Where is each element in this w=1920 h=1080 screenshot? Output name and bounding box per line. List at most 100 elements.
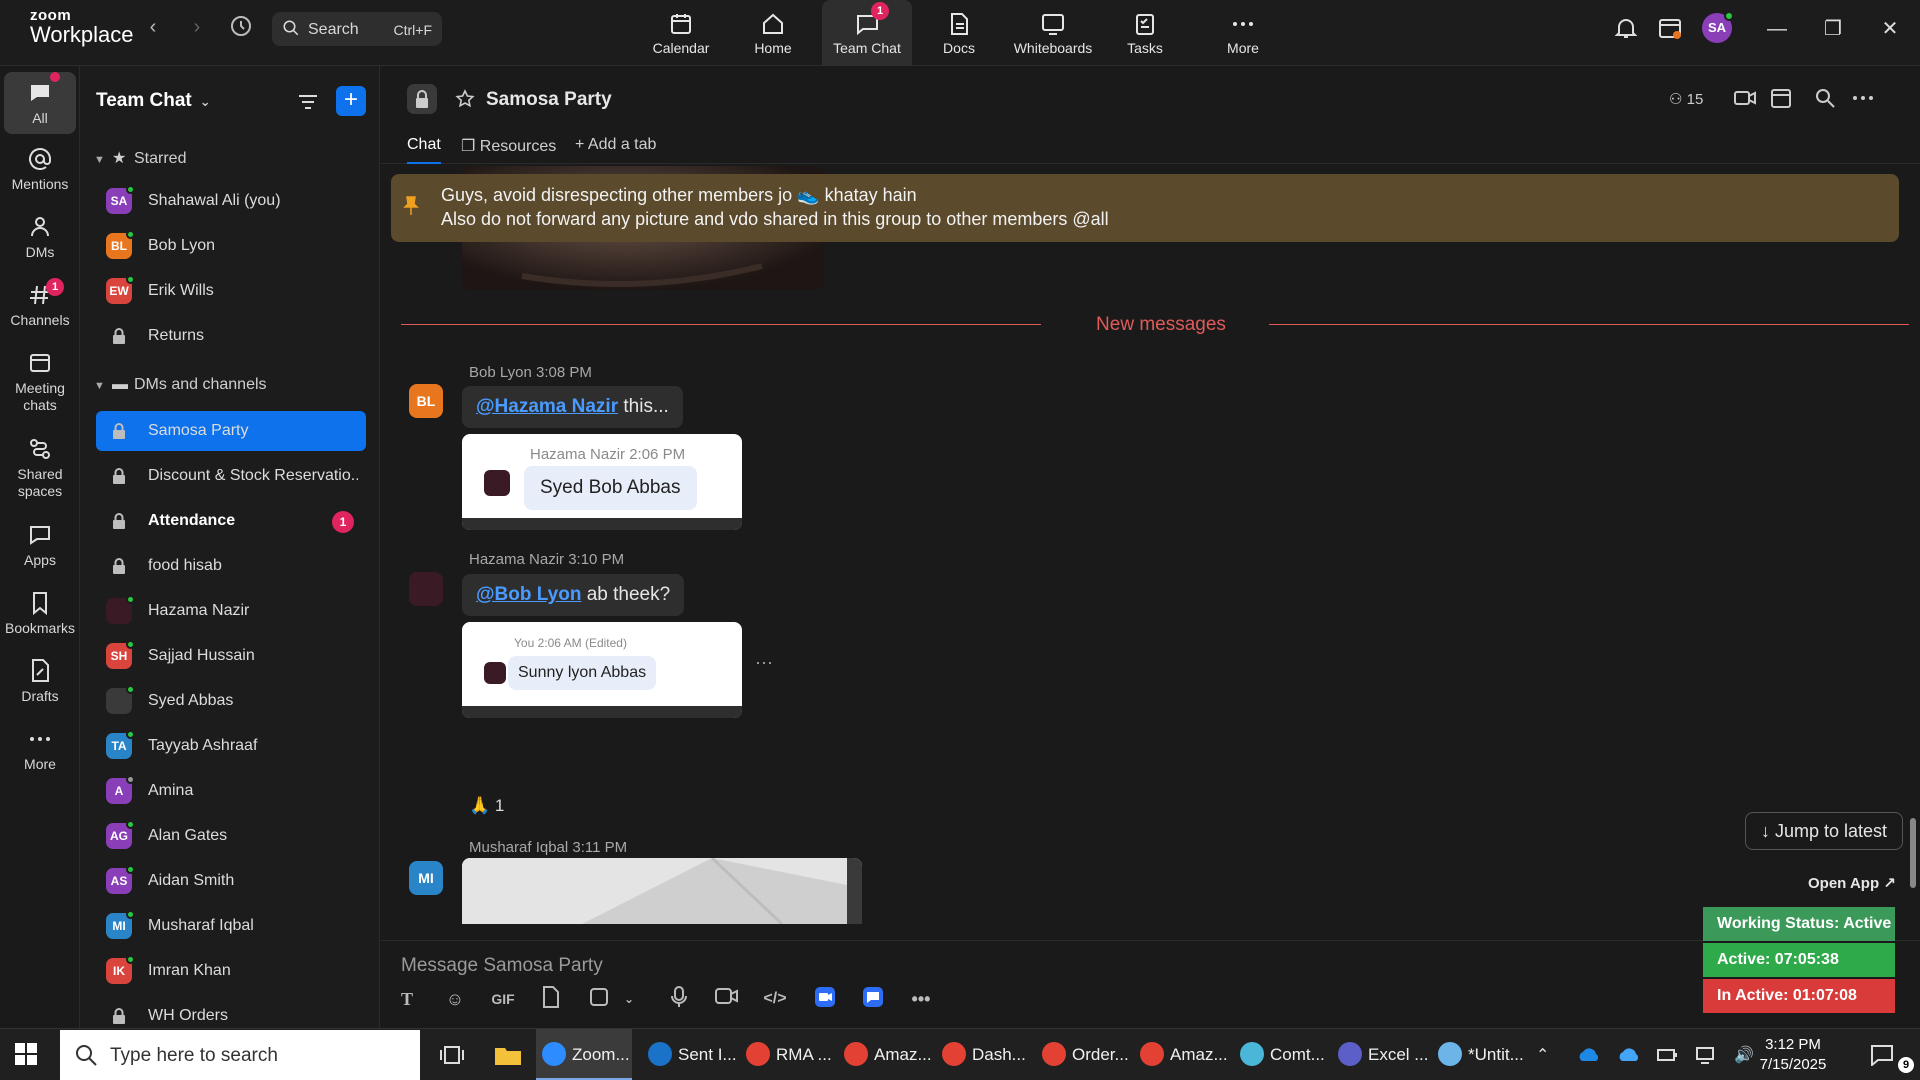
calendar-status-icon[interactable] [1656,14,1684,42]
message-input[interactable] [401,951,1401,981]
sidebar-item[interactable]: Syed Abbas [96,681,366,721]
avatar[interactable]: SA [1702,11,1734,43]
message-bubble[interactable]: @Hazama Nazir this... [462,386,683,428]
taskbar-app[interactable]: Zoom... [536,1029,632,1080]
onedrive-icon[interactable] [1616,1045,1642,1065]
taskbar-app[interactable]: Amaz... [838,1029,934,1080]
rail-item-channels[interactable]: 1 Channels [4,278,76,329]
rail-item-mentions[interactable]: Mentions [4,146,76,193]
more-options-icon[interactable]: ••• [908,986,934,1012]
new-chat-button[interactable]: + [336,86,366,116]
sidebar-item[interactable]: Samosa Party [96,411,366,451]
sidebar-title[interactable]: Team Chat ⌄ [96,90,211,112]
file-explorer-icon[interactable] [494,1044,522,1066]
zoom-chat-app-icon[interactable] [860,986,886,1012]
dms-section-header[interactable]: ▼ ▬ DMs and channels [94,376,267,400]
taskbar-search[interactable]: Type here to search [60,1030,420,1080]
tab-team-chat[interactable]: 1 Team Chat [822,0,912,66]
video-icon[interactable] [1733,86,1757,110]
chevron-down-icon[interactable]: ⌄ [616,986,642,1012]
tab-chat[interactable]: Chat [407,136,441,164]
bell-icon[interactable] [1612,14,1640,42]
rail-item-apps[interactable]: Apps [4,522,76,569]
tab-whiteboards[interactable]: Whiteboards [1010,0,1096,66]
text-format-icon[interactable]: T [394,986,420,1012]
channel-name[interactable]: Samosa Party [486,89,612,111]
rail-item-shared-spaces[interactable]: Shared spaces [4,436,76,500]
taskbar-app[interactable]: RMA ... [740,1029,836,1080]
sidebar-item[interactable]: BL Bob Lyon [96,226,366,266]
battery-icon[interactable] [1656,1045,1678,1065]
message-avatar[interactable] [409,572,443,606]
quoted-reply[interactable]: Hazama Nazir 2:06 PM Syed Bob Abbas [462,434,742,530]
taskbar-app[interactable]: Amaz... [1134,1029,1230,1080]
tab-calendar[interactable]: Calendar [648,0,714,66]
screenshot-icon[interactable] [586,986,612,1012]
sidebar-item[interactable]: Returns [96,316,366,356]
rail-item-dms[interactable]: DMs [4,214,76,261]
microphone-icon[interactable] [666,986,692,1012]
taskbar-app[interactable]: Excel ... [1332,1029,1428,1080]
tab-more[interactable]: More [1210,0,1276,66]
sidebar-item[interactable]: A Amina [96,771,366,811]
starred-section-header[interactable]: ▼ ★ Starred [94,148,186,172]
rail-item-meeting-chats[interactable]: Meeting chats [4,350,76,414]
sidebar-item[interactable]: Discount & Stock Reservatio... [96,456,366,496]
rail-item-drafts[interactable]: Drafts [4,658,76,705]
network-icon[interactable] [1694,1045,1716,1065]
history-icon[interactable] [228,14,254,40]
reaction-chip[interactable]: 🙏 1 [469,796,504,816]
rail-item-more[interactable]: More [4,726,76,773]
filter-icon[interactable] [296,90,320,114]
sidebar-item[interactable]: SH Sajjad Hussain [96,636,366,676]
back-icon[interactable]: ‹ [140,14,166,40]
open-app-button[interactable]: Open App ↗ [1808,874,1896,892]
member-count-button[interactable]: ⚇ 15 [1669,90,1703,108]
more-options-icon[interactable]: ··· [755,652,773,673]
more-options-icon[interactable] [1851,86,1875,110]
message-avatar[interactable]: MI [409,861,443,895]
message-bubble[interactable]: @Bob Lyon ab theek? [462,574,685,616]
calendar-icon[interactable] [1769,86,1793,110]
gif-button[interactable]: GIF [490,986,516,1012]
zoom-app-icon[interactable] [812,986,838,1012]
minimize-icon[interactable]: — [1762,14,1792,44]
code-snippet-icon[interactable]: </> [762,986,788,1012]
taskbar-clock[interactable]: 3:12 PM 7/15/2025 [1738,1035,1848,1075]
jump-to-latest-button[interactable]: ↓ Jump to latest [1745,812,1903,850]
message-scrollbar[interactable] [1908,166,1918,926]
rail-item-bookmarks[interactable]: Bookmarks [4,590,76,637]
onedrive-icon[interactable] [1576,1045,1602,1065]
notification-icon[interactable] [1870,1044,1894,1066]
tab-tasks[interactable]: Tasks [1112,0,1178,66]
taskbar-app[interactable]: Sent I... [642,1029,738,1080]
taskbar-app[interactable]: Dash... [936,1029,1032,1080]
taskbar-app[interactable]: Comt... [1234,1029,1330,1080]
video-message-icon[interactable] [714,986,740,1012]
taskbar-app[interactable]: *Untit... [1432,1029,1528,1080]
sidebar-item[interactable]: AS Aidan Smith [96,861,366,901]
quoted-reply[interactable]: You 2:06 AM (Edited) Sunny lyon Abbas [462,622,742,718]
rail-item-all[interactable]: All [4,72,76,134]
search-icon[interactable] [1813,86,1837,110]
file-icon[interactable] [538,986,564,1012]
chevron-up-icon[interactable]: ⌃ [1536,1045,1558,1065]
taskbar-app[interactable]: Order... [1036,1029,1132,1080]
emoji-icon[interactable]: ☺ [442,986,468,1012]
sidebar-item[interactable]: AG Alan Gates [96,816,366,856]
sidebar-item[interactable]: MI Musharaf Iqbal [96,906,366,946]
close-icon[interactable]: ✕ [1875,14,1905,44]
sidebar-item[interactable]: EW Erik Wills [96,271,366,311]
scrollbar-thumb[interactable] [1910,818,1916,888]
sidebar-item[interactable]: TA Tayyab Ashraaf [96,726,366,766]
pinned-message[interactable]: Guys, avoid disrespecting other members … [391,174,1899,242]
message-avatar[interactable]: BL [409,384,443,418]
windows-start-icon[interactable] [14,1042,38,1066]
forward-icon[interactable]: › [184,14,210,40]
search-box[interactable]: Search Ctrl+F [272,12,442,46]
mention-link[interactable]: @Bob Lyon [476,584,581,605]
tab-docs[interactable]: Docs [926,0,992,66]
tab-resources[interactable]: ❐ Resources [461,136,556,164]
shared-image[interactable] [462,858,862,924]
sidebar-item[interactable]: Hazama Nazir [96,591,366,631]
